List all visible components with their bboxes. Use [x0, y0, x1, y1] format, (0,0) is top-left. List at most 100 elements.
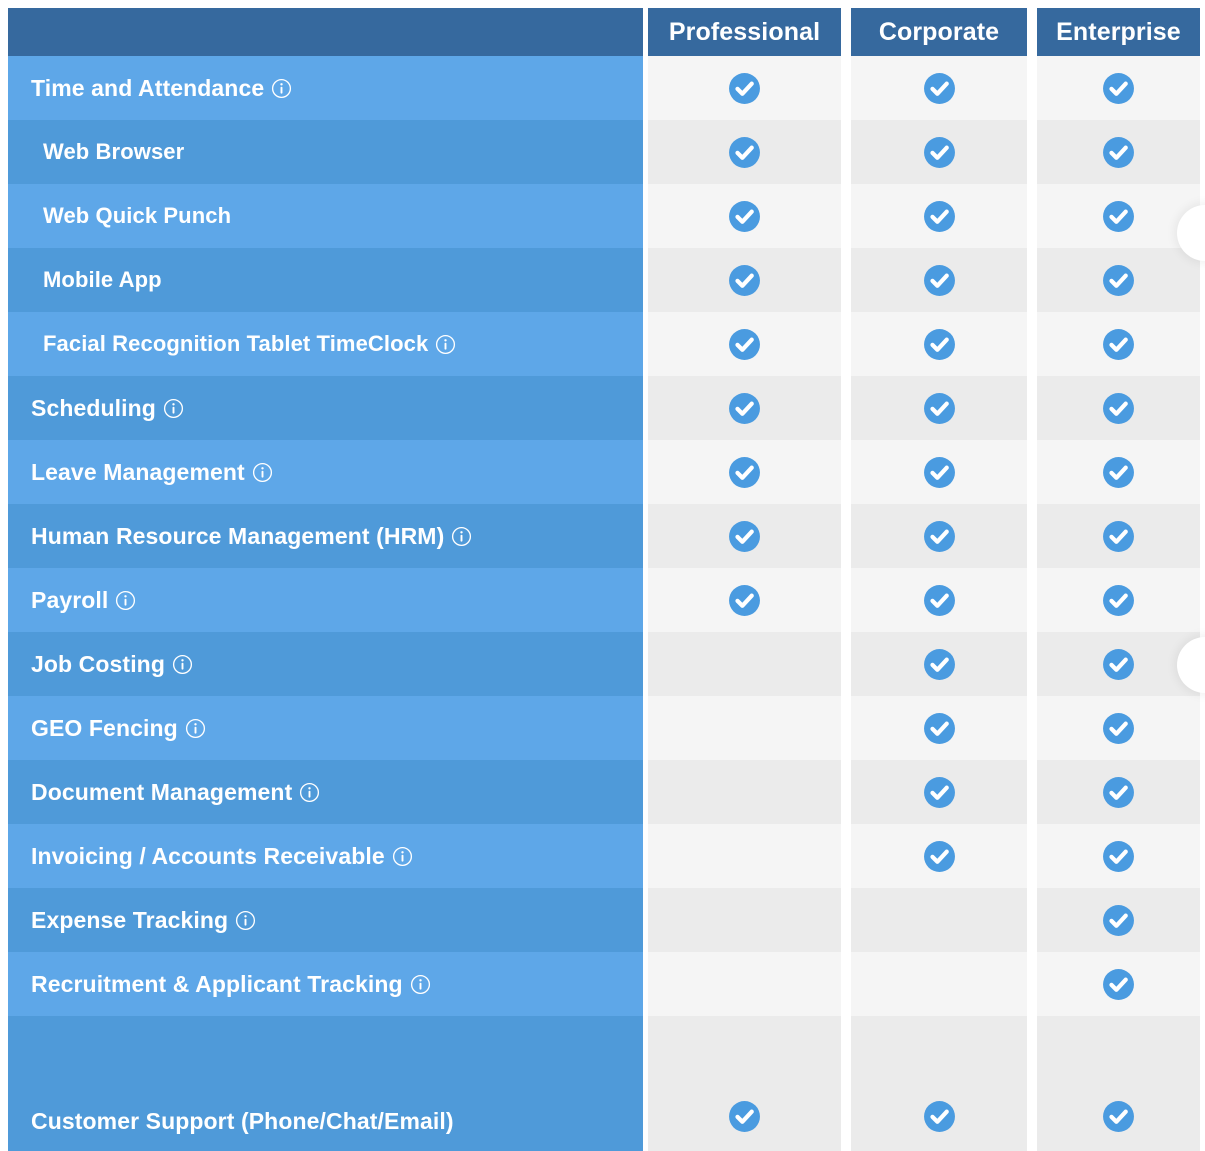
check-circle-icon	[728, 200, 761, 233]
info-icon[interactable]	[435, 334, 456, 355]
header-enterprise: Enterprise	[1032, 0, 1205, 56]
cell-corporate	[851, 120, 1027, 184]
check-circle-icon	[728, 136, 761, 169]
info-icon[interactable]	[185, 718, 206, 739]
cell-corporate	[851, 312, 1027, 376]
cell-enterprise	[1037, 504, 1200, 568]
check-circle-icon	[923, 264, 956, 297]
cell-professional	[648, 1016, 841, 1151]
check-circle-icon	[923, 136, 956, 169]
cell-enterprise	[1037, 824, 1200, 888]
cell-corporate	[851, 376, 1027, 440]
cell-corporate	[851, 824, 1027, 888]
cell-corporate	[851, 440, 1027, 504]
cell-professional	[648, 696, 841, 760]
cell-professional	[648, 440, 841, 504]
cell-professional	[648, 248, 841, 312]
feature-row-label: Mobile App	[8, 248, 643, 312]
info-icon[interactable]	[172, 654, 193, 675]
feature-row-label: Invoicing / Accounts Receivable	[8, 824, 643, 888]
cell-professional	[648, 760, 841, 824]
feature-name: Time and Attendance	[31, 74, 265, 101]
feature-name: GEO Fencing	[31, 714, 178, 741]
cell-corporate	[851, 568, 1027, 632]
check-circle-icon	[1102, 776, 1135, 809]
info-icon[interactable]	[252, 462, 273, 483]
cell-professional	[648, 56, 841, 120]
check-circle-icon	[1102, 72, 1135, 105]
feature-name: Web Browser	[43, 139, 185, 164]
feature-row-label: Leave Management	[8, 440, 643, 504]
plan-comparison-table: Professional Corporate Enterprise Time and …	[0, 0, 1205, 1151]
cell-enterprise	[1037, 568, 1200, 632]
check-circle-icon	[923, 392, 956, 425]
feature-name: Customer Support (Phone/Chat/Email)	[31, 1108, 454, 1134]
feature-row-label: Recruitment & Applicant Tracking	[8, 952, 643, 1016]
cell-professional	[648, 632, 841, 696]
check-circle-icon	[1102, 456, 1135, 489]
info-icon[interactable]	[235, 910, 256, 931]
feature-name: Invoicing / Accounts Receivable	[31, 842, 385, 869]
cell-enterprise	[1037, 632, 1200, 696]
cell-enterprise	[1037, 248, 1200, 312]
feature-name: Document Management	[31, 778, 293, 805]
feature-name: Payroll	[31, 586, 109, 613]
header-corporate-label: Corporate	[851, 8, 1027, 56]
check-circle-icon	[923, 648, 956, 681]
cell-professional	[648, 568, 841, 632]
feature-row-label: Web Browser	[8, 120, 643, 184]
check-circle-icon	[923, 456, 956, 489]
feature-row-label: GEO Fencing	[8, 696, 643, 760]
cell-corporate	[851, 888, 1027, 952]
info-icon[interactable]	[410, 974, 431, 995]
check-circle-icon	[923, 584, 956, 617]
header-feature-column	[0, 0, 643, 56]
info-icon[interactable]	[163, 398, 184, 419]
feature-row-label: Customer Support (Phone/Chat/Email)	[8, 1016, 643, 1151]
feature-name: Recruitment & Applicant Tracking	[31, 970, 403, 997]
header-feature-bar	[8, 8, 643, 56]
cell-professional	[648, 952, 841, 1016]
feature-name: Expense Tracking	[31, 906, 229, 933]
check-circle-icon	[1102, 968, 1135, 1001]
cell-professional	[648, 376, 841, 440]
check-circle-icon	[728, 456, 761, 489]
cell-enterprise	[1037, 56, 1200, 120]
feature-name: Scheduling	[31, 394, 156, 421]
check-circle-icon	[923, 776, 956, 809]
info-icon[interactable]	[451, 526, 472, 547]
feature-name: Web Quick Punch	[43, 203, 232, 228]
cell-enterprise	[1037, 184, 1200, 248]
check-circle-icon	[1102, 200, 1135, 233]
feature-row-label: Payroll	[8, 568, 643, 632]
feature-name: Leave Management	[31, 458, 245, 485]
header-enterprise-label: Enterprise	[1037, 8, 1200, 56]
cell-enterprise	[1037, 120, 1200, 184]
check-circle-icon	[1102, 392, 1135, 425]
feature-row-label: Expense Tracking	[8, 888, 643, 952]
cell-corporate	[851, 248, 1027, 312]
cell-corporate	[851, 56, 1027, 120]
check-circle-icon	[923, 328, 956, 361]
check-circle-icon	[728, 1100, 761, 1133]
check-circle-icon	[1102, 1100, 1135, 1133]
info-icon[interactable]	[392, 846, 413, 867]
feature-row-label: Human Resource Management (HRM)	[8, 504, 643, 568]
info-icon[interactable]	[271, 78, 292, 99]
info-icon[interactable]	[299, 782, 320, 803]
info-icon[interactable]	[115, 590, 136, 611]
check-circle-icon	[923, 520, 956, 553]
check-circle-icon	[728, 392, 761, 425]
check-circle-icon	[923, 200, 956, 233]
cell-enterprise	[1037, 376, 1200, 440]
feature-name: Human Resource Management (HRM)	[31, 522, 445, 549]
cell-professional	[648, 312, 841, 376]
cell-enterprise	[1037, 888, 1200, 952]
check-circle-icon	[1102, 584, 1135, 617]
check-circle-icon	[1102, 840, 1135, 873]
cell-professional	[648, 184, 841, 248]
header-professional: Professional	[643, 0, 846, 56]
check-circle-icon	[1102, 904, 1135, 937]
feature-row-label: Web Quick Punch	[8, 184, 643, 248]
feature-row-label: Time and Attendance	[8, 56, 643, 120]
